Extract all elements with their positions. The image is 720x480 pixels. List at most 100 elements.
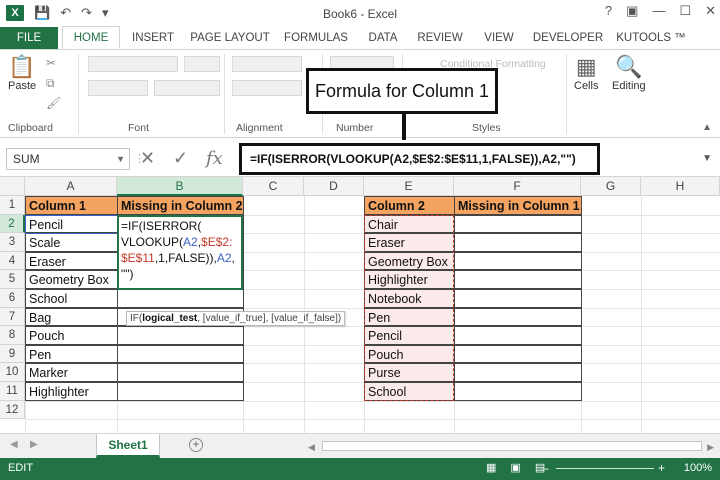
minimize-icon[interactable]: —	[652, 3, 665, 19]
cell-missing-col1[interactable]	[454, 270, 582, 289]
page-layout-view-icon[interactable]: ▣	[510, 461, 520, 474]
row-header[interactable]: 6	[0, 289, 25, 308]
column-header[interactable]: A	[25, 177, 117, 196]
tab-file[interactable]: FILE	[0, 27, 58, 49]
tab-review[interactable]: REVIEW	[408, 27, 472, 49]
copy-icon[interactable]: ⧉	[46, 76, 55, 91]
cell-missing-col1[interactable]	[454, 233, 582, 252]
header-cell[interactable]: Missing in Column 2	[117, 196, 244, 215]
cell-missing-col1[interactable]	[454, 326, 582, 345]
cell-column1[interactable]: Scale	[25, 233, 118, 252]
scroll-right-icon[interactable]: ▶	[707, 442, 714, 453]
cell-column1[interactable]: Geometry Box	[25, 270, 118, 289]
row-header[interactable]: 12	[0, 400, 25, 420]
name-box[interactable]: SUM ▼	[6, 148, 130, 170]
font-style-buttons[interactable]	[88, 80, 148, 96]
normal-view-icon[interactable]: ▦	[486, 461, 496, 474]
zoom-out-icon[interactable]: –	[542, 461, 549, 475]
row-header[interactable]: 2	[0, 214, 25, 234]
row-header[interactable]: 4	[0, 251, 25, 271]
column-header[interactable]: C	[243, 177, 304, 196]
cell-missing-col1[interactable]	[454, 382, 582, 401]
cell-column1[interactable]: Marker	[25, 363, 118, 382]
next-sheet-icon[interactable]: ▶	[30, 439, 38, 450]
column-header[interactable]: E	[364, 177, 454, 196]
tab-developer[interactable]: DEVELOPER	[526, 27, 610, 49]
select-all-corner[interactable]	[0, 177, 25, 196]
callout-pointer	[402, 114, 406, 140]
column-header[interactable]: D	[304, 177, 364, 196]
font-size-select[interactable]	[184, 56, 220, 72]
editing-button[interactable]: 🔍 Editing	[612, 54, 646, 92]
paste-button[interactable]: 📋 Paste	[8, 54, 36, 92]
cancel-entry-icon[interactable]: ✕	[140, 148, 155, 169]
cut-icon[interactable]: ✂	[46, 56, 56, 70]
tab-view[interactable]: VIEW	[472, 27, 526, 49]
cell-missing-col1[interactable]	[454, 251, 582, 271]
cell-missing-col2[interactable]	[117, 326, 244, 345]
cell-missing-col2[interactable]	[117, 382, 244, 401]
row-header[interactable]: 10	[0, 363, 25, 382]
row-header[interactable]: 1	[0, 196, 25, 215]
column-header[interactable]: B	[117, 177, 243, 196]
header-cell[interactable]: Column 1	[25, 196, 118, 215]
column-header[interactable]: F	[454, 177, 581, 196]
zoom-level[interactable]: 100%	[684, 462, 712, 474]
ribbon-display-icon[interactable]: ▣	[626, 3, 638, 19]
cell-column1[interactable]: Bag	[25, 307, 118, 327]
sheet-tab-sheet1[interactable]: Sheet1	[96, 434, 160, 458]
header-cell[interactable]: Missing in Column 1	[454, 196, 582, 215]
tab-data[interactable]: DATA	[358, 27, 408, 49]
insert-function-icon[interactable]: fx	[206, 148, 223, 169]
row-header[interactable]: 7	[0, 307, 25, 327]
chevron-down-icon[interactable]: ▼	[116, 149, 125, 169]
cell-missing-col2[interactable]	[117, 344, 244, 364]
cell-missing-col2[interactable]	[117, 363, 244, 382]
scroll-left-icon[interactable]: ◀	[308, 442, 315, 453]
cell-missing-col1[interactable]	[454, 289, 582, 308]
cell-editor-b2[interactable]: =IF(ISERROR(VLOOKUP(A2,$E$2: $E$11,1,FALS…	[117, 214, 243, 290]
cell-missing-col1[interactable]	[454, 363, 582, 382]
font-color-buttons[interactable]	[154, 80, 220, 96]
enter-entry-icon[interactable]: ✓	[173, 148, 188, 169]
close-icon[interactable]: ✕	[705, 3, 716, 19]
zoom-slider[interactable]	[556, 468, 654, 469]
format-painter-icon[interactable]: 🖌	[46, 96, 61, 110]
tab-insert[interactable]: INSERT	[120, 27, 186, 49]
row-header[interactable]: 3	[0, 233, 25, 252]
collapse-ribbon-icon[interactable]: ▲	[702, 122, 712, 133]
row-header[interactable]: 9	[0, 344, 25, 364]
maximize-icon[interactable]: ☐	[679, 3, 691, 19]
cell-missing-col1[interactable]	[454, 214, 582, 234]
tab-kutools[interactable]: KUTOOLS ™	[610, 27, 692, 49]
tab-page-layout[interactable]: PAGE LAYOUT	[186, 27, 274, 49]
alignment-buttons-top[interactable]	[232, 56, 302, 72]
worksheet-grid[interactable]: A B C D E F G H 1 2 3 4 5 6 7 8 9 10 11 12 Column 1M…	[0, 177, 720, 433]
tab-home[interactable]: HOME	[62, 26, 120, 49]
add-sheet-button[interactable]: +	[189, 438, 203, 452]
help-icon[interactable]: ?	[605, 3, 612, 19]
header-cell[interactable]: Column 2	[364, 196, 455, 215]
column-header[interactable]: G	[581, 177, 641, 196]
font-name-select[interactable]	[88, 56, 178, 72]
cell-column1[interactable]: Pouch	[25, 326, 118, 345]
cells-button[interactable]: ▦ Cells	[574, 54, 598, 92]
formula-input[interactable]: =IF(ISERROR(VLOOKUP(A2,$E$2:$E$11,1,FALS…	[239, 143, 600, 175]
row-header[interactable]: 8	[0, 326, 25, 345]
zoom-in-icon[interactable]: +	[658, 461, 665, 475]
cell-column1[interactable]: Pen	[25, 344, 118, 364]
cell-missing-col2[interactable]	[117, 289, 244, 308]
row-header[interactable]: 11	[0, 382, 25, 401]
prev-sheet-icon[interactable]: ◀	[10, 439, 18, 450]
expand-formula-bar-icon[interactable]: ▼	[702, 153, 712, 164]
column-header[interactable]: H	[641, 177, 720, 196]
cell-missing-col1[interactable]	[454, 307, 582, 327]
cell-column1[interactable]: School	[25, 289, 118, 308]
cell-column1[interactable]: Eraser	[25, 251, 118, 271]
horizontal-scrollbar[interactable]	[322, 441, 702, 451]
cell-missing-col1[interactable]	[454, 344, 582, 364]
row-header[interactable]: 5	[0, 270, 25, 289]
cell-column1[interactable]: Highlighter	[25, 382, 118, 401]
tab-formulas[interactable]: FORMULAS	[274, 27, 358, 49]
alignment-buttons-bottom[interactable]	[232, 80, 302, 96]
